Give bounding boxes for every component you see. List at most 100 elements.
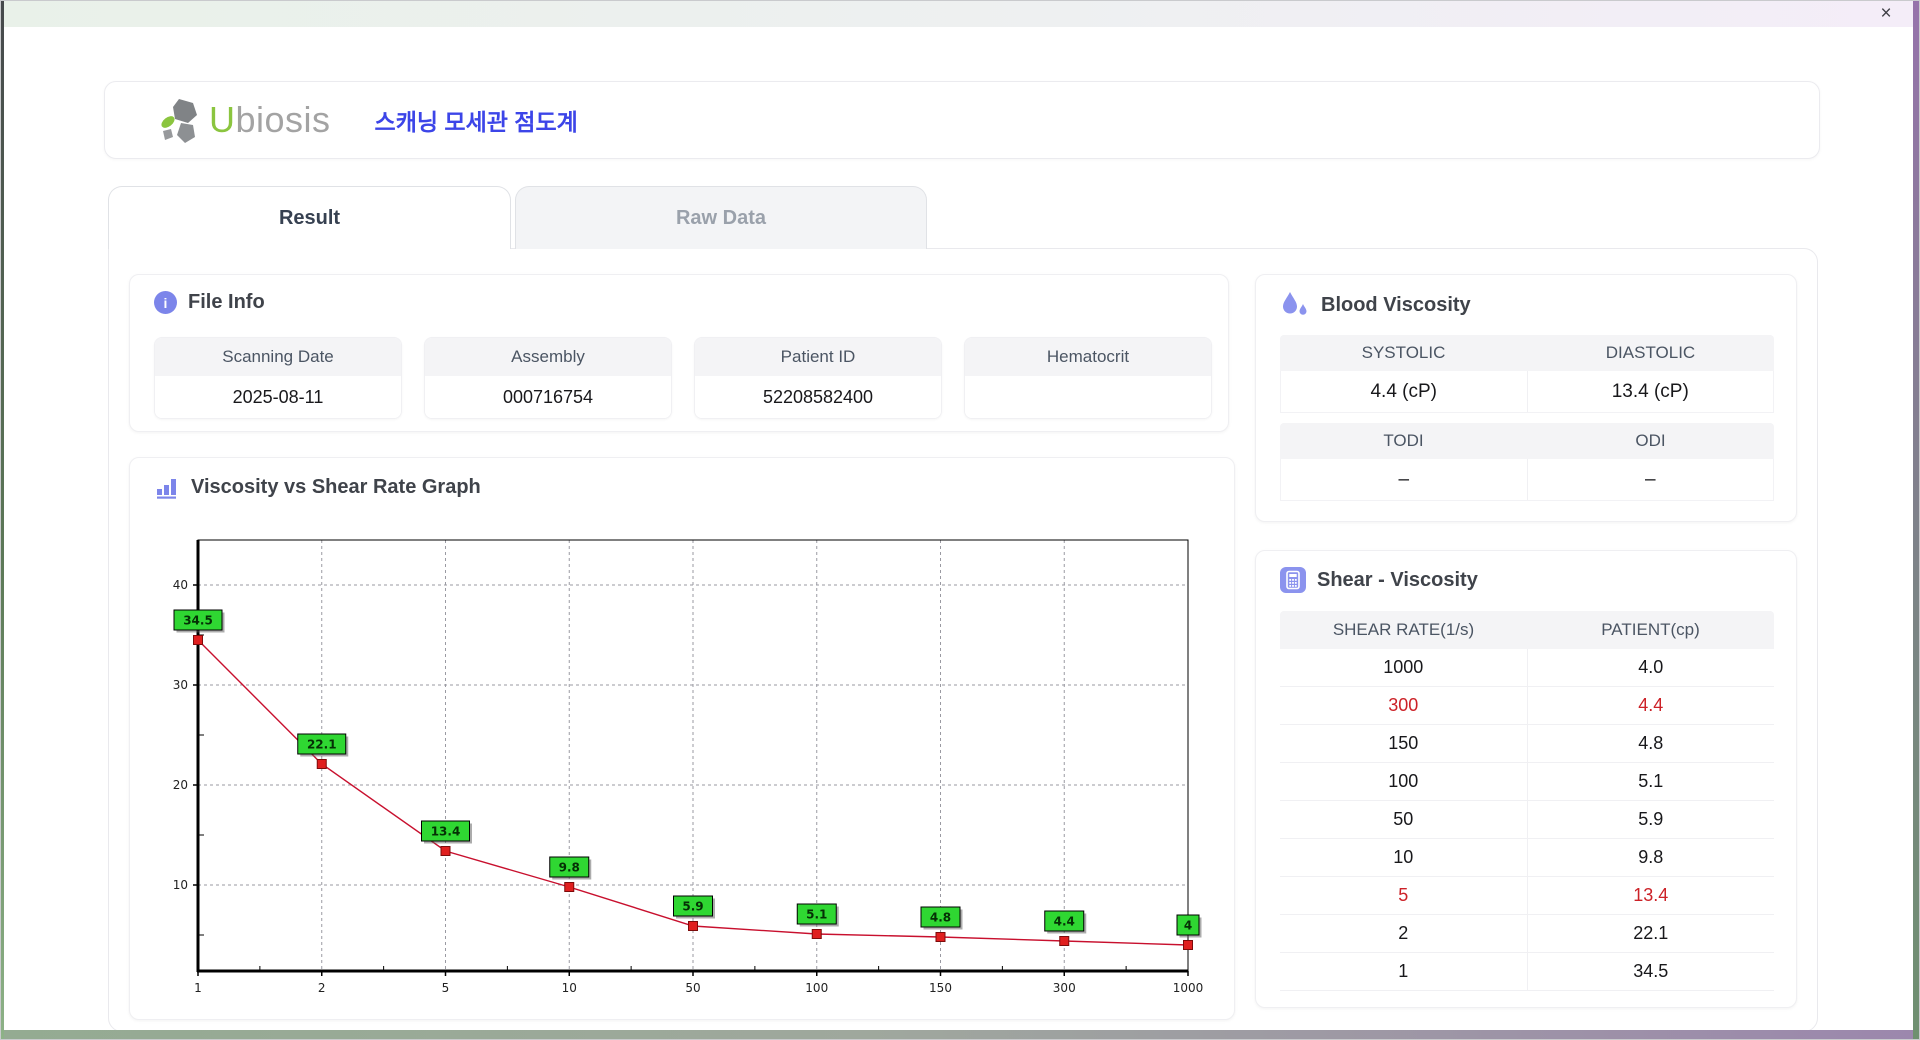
patient-value: 5.9 [1638,809,1664,829]
file-info-grid: Scanning Date 2025-08-11 Assembly 000716… [154,337,1212,419]
field-label: Patient ID [695,338,941,376]
svg-text:30: 30 [173,678,188,692]
field-value: 2025-08-11 [155,376,401,418]
svg-text:100: 100 [805,981,828,995]
svg-text:13.4: 13.4 [431,825,461,839]
svg-text:5: 5 [442,981,450,995]
patient-column-header: PATIENT(cp) [1601,620,1700,639]
blood-viscosity-card: Blood Viscosity SYSTOLIC DIASTOLIC 4.4 (… [1255,274,1797,522]
patient-value: 9.8 [1638,847,1664,867]
shear-rate-value: 1 [1280,953,1528,990]
todi-header: TODI [1383,431,1424,450]
field-value: 52208582400 [695,376,941,418]
calculator-icon [1280,567,1306,593]
file-info-title-row: i File Info [130,275,1228,314]
svg-text:150: 150 [929,981,952,995]
svg-text:5.1: 5.1 [806,908,827,922]
field-label: Hematocrit [965,338,1211,376]
svg-text:50: 50 [685,981,700,995]
svg-text:300: 300 [1053,981,1076,995]
tab-result[interactable]: Result [108,186,511,251]
table-row: 300 4.4 [1280,687,1774,725]
svg-text:20: 20 [173,778,188,792]
ubiosis-logo: Ubiosis [155,95,331,145]
shear-rate-value: 10 [1280,839,1528,876]
field-scanning-date: Scanning Date 2025-08-11 [154,337,402,419]
svg-text:1: 1 [194,981,202,995]
table-row: 1000 4.0 [1280,649,1774,687]
table-header: SHEAR RATE(1/s) PATIENT(cp) [1280,611,1774,649]
blood-viscosity-title-row: Blood Viscosity [1256,275,1796,319]
table-row: 150 4.8 [1280,725,1774,763]
table-row: 5 13.4 [1280,877,1774,915]
systolic-header: SYSTOLIC [1361,343,1446,362]
field-value [965,376,1211,418]
table-header: SYSTOLIC DIASTOLIC [1280,335,1774,371]
shear-viscosity-title: Shear - Viscosity [1317,568,1478,591]
field-label: Assembly [425,338,671,376]
close-button[interactable]: × [1873,1,1899,27]
patient-value: 4.8 [1638,733,1664,753]
svg-text:34.5: 34.5 [183,614,213,628]
table-header: TODI ODI [1280,423,1774,459]
app-window: × Ubiosis 스캐닝 모세관 점도계 Result Raw Data i … [0,0,1920,1040]
field-value: 000716754 [425,376,671,418]
table-row: 50 5.9 [1280,801,1774,839]
graph-card: Viscosity vs Shear Rate Graph 10 20 30 40 1 2… [129,457,1235,1020]
field-patient-id: Patient ID 52208582400 [694,337,942,419]
shear-rate-value: 5 [1280,877,1528,914]
shear-table-body: 1000 4.0 300 4.4 150 4.8 100 5.1 50 5.9 10 9.8 5 13.4… [1280,649,1774,991]
shear-rate-value: 2 [1280,915,1528,952]
viscosity-chart: 10 20 30 40 1 2 5 10 50 100 150 300 1000 34.5 22.1 13.4… [130,458,1236,1021]
svg-text:10: 10 [173,878,188,892]
diastolic-header: DIASTOLIC [1605,343,1696,362]
systolic-value: 4.4 (cP) [1281,371,1528,412]
shear-viscosity-card: Shear - Viscosity SHEAR RATE(1/s) PATIEN… [1255,550,1797,1008]
tab-bar: Result Raw Data [108,186,927,251]
field-hematocrit: Hematocrit [964,337,1212,419]
info-icon: i [154,291,177,314]
table-row: 100 5.1 [1280,763,1774,801]
file-info-title: File Info [188,291,265,313]
window-bottom-edge [1,1030,1913,1039]
logo-text: Ubiosis [209,99,331,140]
todi-value: – [1281,459,1528,500]
patient-value: 34.5 [1633,961,1669,981]
patient-value: 22.1 [1633,923,1669,943]
blood-viscosity-title: Blood Viscosity [1321,293,1471,316]
svg-text:2: 2 [318,981,326,995]
svg-text:22.1: 22.1 [307,738,337,752]
table-row: – – [1280,459,1774,501]
tab-raw-data[interactable]: Raw Data [515,186,927,249]
ubiosis-logo-icon [161,99,197,143]
file-info-card: i File Info Scanning Date 2025-08-11 Ass… [129,274,1229,432]
odi-header: ODI [1635,431,1666,450]
svg-text:1000: 1000 [1173,981,1204,995]
shear-rate-value: 150 [1280,725,1528,762]
shear-viscosity-title-row: Shear - Viscosity [1256,551,1796,593]
shear-rate-value: 50 [1280,801,1528,838]
diastolic-value: 13.4 (cP) [1611,380,1689,402]
window-left-edge [1,1,4,1039]
svg-text:9.8: 9.8 [559,861,580,875]
svg-text:4: 4 [1184,919,1192,933]
svg-text:4.4: 4.4 [1054,915,1075,929]
svg-text:4.8: 4.8 [930,911,951,925]
window-top-bar: × [1,1,1913,27]
svg-text:40: 40 [173,578,188,592]
viscosity-chart-svg: 10 20 30 40 1 2 5 10 50 100 150 300 1000 34.5 22.1 13.4… [173,539,1204,995]
shear-rate-value: 300 [1280,687,1528,724]
systolic-diastolic-table: SYSTOLIC DIASTOLIC 4.4 (cP) 13.4 (cP) [1280,335,1774,413]
patient-value: 4.0 [1638,657,1664,677]
table-row: 4.4 (cP) 13.4 (cP) [1280,371,1774,413]
window-right-edge [1913,1,1919,1039]
shear-rate-column-header: SHEAR RATE(1/s) [1332,620,1475,639]
odi-value: – [1644,468,1656,490]
shear-rate-value: 100 [1280,763,1528,800]
patient-value: 5.1 [1638,771,1664,791]
patient-value: 13.4 [1633,885,1669,905]
app-title-korean: 스캐닝 모세관 점도계 [374,109,578,135]
svg-text:5.9: 5.9 [682,900,703,914]
field-assembly: Assembly 000716754 [424,337,672,419]
blood-drops-icon [1283,292,1307,315]
